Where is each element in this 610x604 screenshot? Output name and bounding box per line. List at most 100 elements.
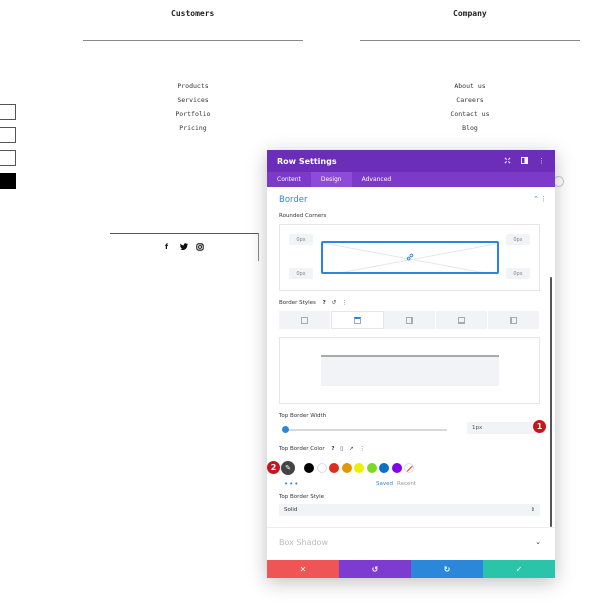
footer-divider: [110, 233, 258, 234]
corner-bottom-right-input[interactable]: 0px: [506, 268, 530, 279]
recent-colors-tab[interactable]: Recent: [397, 481, 416, 487]
link-careers[interactable]: Careers: [440, 93, 500, 107]
swatch-none[interactable]: [404, 463, 414, 473]
top-border-width-input[interactable]: 1px: [467, 422, 540, 434]
box-shadow-title: Box Shadow: [279, 538, 328, 547]
swatch-blue[interactable]: [379, 463, 389, 473]
box-shadow-section[interactable]: Box Shadow ⌄: [267, 527, 555, 557]
undo-icon: ↺: [371, 564, 379, 574]
chevron-up-icon[interactable]: ⌃: [533, 195, 539, 203]
help-icon[interactable]: ?: [331, 446, 334, 452]
border-left-icon: [510, 316, 517, 324]
corner-top-right-input[interactable]: 0px: [506, 234, 530, 245]
redo-icon: ↻: [443, 564, 451, 574]
hover-cursor-icon[interactable]: ➚: [349, 446, 354, 452]
mobile-icon[interactable]: ▯: [340, 446, 343, 452]
link-about-us[interactable]: About us: [440, 79, 500, 93]
color-swatch-row: ✎: [281, 461, 417, 475]
corner-top-left-input[interactable]: 0px: [289, 234, 313, 245]
top-border-width-slider-handle[interactable]: [282, 426, 289, 433]
header-actions: ⋮: [504, 156, 545, 166]
link-icon[interactable]: [406, 253, 414, 263]
row-settings-modal: Row Settings ⋮ Content Design Advanced B…: [267, 150, 555, 578]
top-border-color-label: Top Border Color ? ▯ ➚ ⋮: [279, 446, 365, 452]
border-style-tabs: [279, 311, 540, 329]
modal-header: Row Settings ⋮: [267, 150, 555, 172]
top-border-style-select[interactable]: Solid ⇕: [279, 504, 540, 516]
border-bottom-icon: [458, 316, 465, 324]
divider: [83, 40, 303, 41]
more-icon[interactable]: ⋮: [342, 300, 348, 306]
link-blog[interactable]: Blog: [440, 121, 500, 135]
border-preview: [279, 337, 540, 404]
swatch-black[interactable]: [304, 463, 314, 473]
border-top-icon: [354, 316, 361, 324]
tab-content[interactable]: Content: [267, 172, 311, 187]
side-box: [0, 127, 16, 143]
side-box: [0, 104, 16, 120]
swatch-red[interactable]: [329, 463, 339, 473]
link-pricing[interactable]: Pricing: [163, 121, 223, 135]
link-portfolio[interactable]: Portfolio: [163, 107, 223, 121]
twitter-icon[interactable]: [180, 243, 188, 252]
modal-title: Row Settings: [277, 156, 337, 166]
save-button[interactable]: ✓: [483, 560, 555, 578]
swatch-purple[interactable]: [391, 463, 402, 473]
undo-button[interactable]: ↺: [339, 560, 411, 578]
select-arrows-icon: ⇕: [530, 507, 535, 513]
side-box: [0, 150, 16, 166]
instagram-icon[interactable]: [196, 243, 204, 253]
more-icon[interactable]: ⋮: [359, 446, 365, 452]
modal-body: Border ⌃ ⋮ Rounded Corners 0px 0px 0px 0…: [267, 187, 555, 560]
redo-button[interactable]: ↻: [411, 560, 483, 578]
tab-design[interactable]: Design: [310, 172, 352, 187]
callout-badge-2: 2: [267, 460, 281, 475]
link-contact-us[interactable]: Contact us: [440, 107, 500, 121]
callout-badge-1: 1: [532, 419, 547, 434]
top-border-style-value: Solid: [284, 507, 298, 513]
corner-bottom-left-input[interactable]: 0px: [289, 268, 313, 279]
rounded-corners-label: Rounded Corners: [279, 213, 327, 219]
section-more-icon[interactable]: ⋮: [540, 195, 547, 203]
more-colors-icon[interactable]: •••: [284, 480, 299, 488]
close-icon: ✕: [299, 564, 307, 574]
company-links: About us Careers Contact us Blog: [440, 79, 500, 135]
col-title-customers: Customers: [171, 9, 215, 18]
border-bottom-tab[interactable]: [436, 311, 488, 329]
swatch-green[interactable]: [366, 463, 377, 473]
border-left-tab[interactable]: [488, 311, 540, 329]
link-products[interactable]: Products: [163, 79, 223, 93]
swatch-white[interactable]: [316, 463, 327, 473]
top-border-width-slider-track[interactable]: [285, 429, 447, 431]
scrollbar[interactable]: [550, 277, 552, 527]
footer-vdivider: [258, 233, 259, 261]
link-services[interactable]: Services: [163, 93, 223, 107]
fullscreen-icon[interactable]: [504, 157, 511, 166]
check-icon: ✓: [515, 564, 523, 574]
top-border-width-label: Top Border Width: [279, 413, 327, 419]
border-right-icon: [406, 316, 413, 324]
split-view-icon[interactable]: [521, 156, 528, 166]
border-top-tab[interactable]: [331, 311, 384, 329]
eyedropper-icon[interactable]: ✎: [281, 461, 295, 475]
section-title-border[interactable]: Border: [279, 195, 308, 205]
saved-colors-tab[interactable]: Saved: [376, 481, 393, 487]
top-border-style-label: Top Border Style: [279, 494, 325, 500]
border-all-icon: [301, 316, 308, 324]
border-styles-label: Border Styles ? ↺ ⋮: [279, 300, 348, 306]
cancel-button[interactable]: ✕: [267, 560, 339, 578]
help-icon[interactable]: ?: [323, 300, 326, 306]
swatch-orange[interactable]: [341, 463, 352, 473]
modal-tabs: Content Design Advanced: [267, 172, 555, 187]
border-right-tab[interactable]: [384, 311, 436, 329]
border-all-tab[interactable]: [279, 311, 331, 329]
facebook-icon[interactable]: f: [165, 243, 168, 251]
swatch-yellow[interactable]: [354, 463, 364, 473]
reset-icon[interactable]: ↺: [332, 300, 337, 306]
border-preview-box: [321, 355, 499, 386]
tab-advanced[interactable]: Advanced: [352, 172, 402, 187]
corner-preview: [321, 241, 499, 274]
customers-links: Products Services Portfolio Pricing: [163, 79, 223, 135]
more-options-icon[interactable]: ⋮: [538, 157, 545, 166]
rounded-corners-control: 0px 0px 0px 0px: [279, 224, 540, 291]
